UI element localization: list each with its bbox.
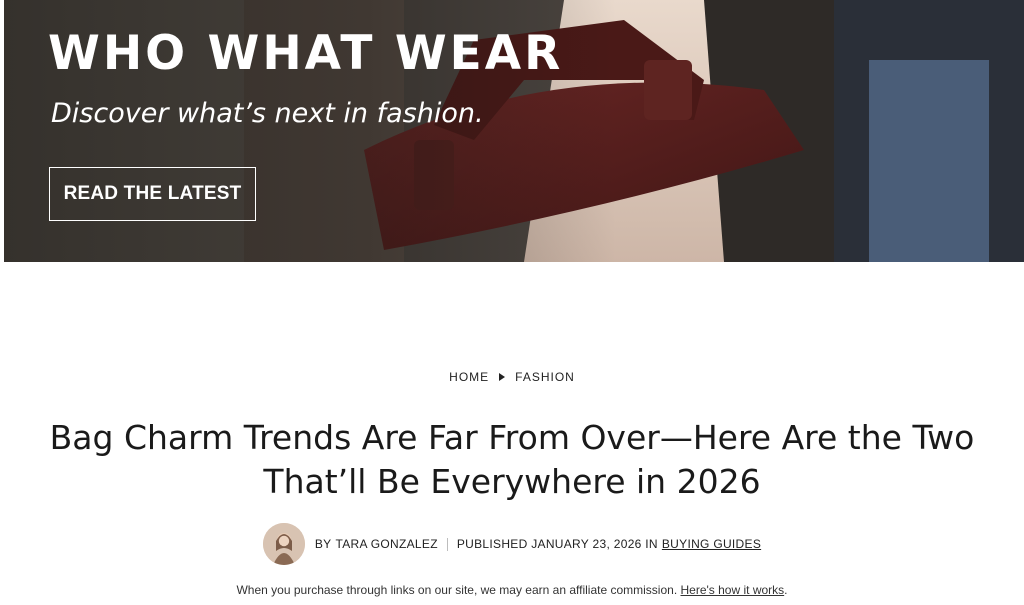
- breadcrumb-separator-icon: [499, 373, 506, 381]
- affiliate-disclosure-text: When you purchase through links on our s…: [236, 583, 678, 597]
- breadcrumb-home-link[interactable]: HOME: [449, 370, 489, 384]
- how-it-works-link[interactable]: Here's how it works: [681, 583, 785, 597]
- article-title: Bag Charm Trends Are Far From Over—Here …: [49, 418, 975, 501]
- affiliate-disclosure-suffix: .: [784, 583, 788, 597]
- author-prefix: BY: [314, 537, 332, 551]
- hero-tagline: Discover what’s next in fashion.: [51, 98, 484, 129]
- affiliate-disclosure: When you purchase through links on our s…: [0, 583, 1024, 597]
- article-byline: BY TARA GONZALEZ PUBLISHED JANUARY 23, 2…: [0, 523, 1024, 565]
- read-the-latest-button[interactable]: READ THE LATEST: [49, 167, 256, 221]
- author-name[interactable]: TARA GONZALEZ: [335, 537, 437, 551]
- breadcrumb: HOME FASHION: [0, 370, 1024, 384]
- breadcrumb-fashion-link[interactable]: FASHION: [515, 370, 575, 384]
- hero-banner[interactable]: WHO WHAT WEAR Discover what’s next in fa…: [4, 0, 1024, 262]
- published-date: PUBLISHED JANUARY 23, 2026 IN: [456, 537, 658, 551]
- brand-logo[interactable]: WHO WHAT WEAR: [48, 30, 563, 77]
- byline-divider: [446, 537, 448, 551]
- category-link[interactable]: BUYING GUIDES: [662, 537, 761, 551]
- author-avatar[interactable]: [262, 523, 305, 565]
